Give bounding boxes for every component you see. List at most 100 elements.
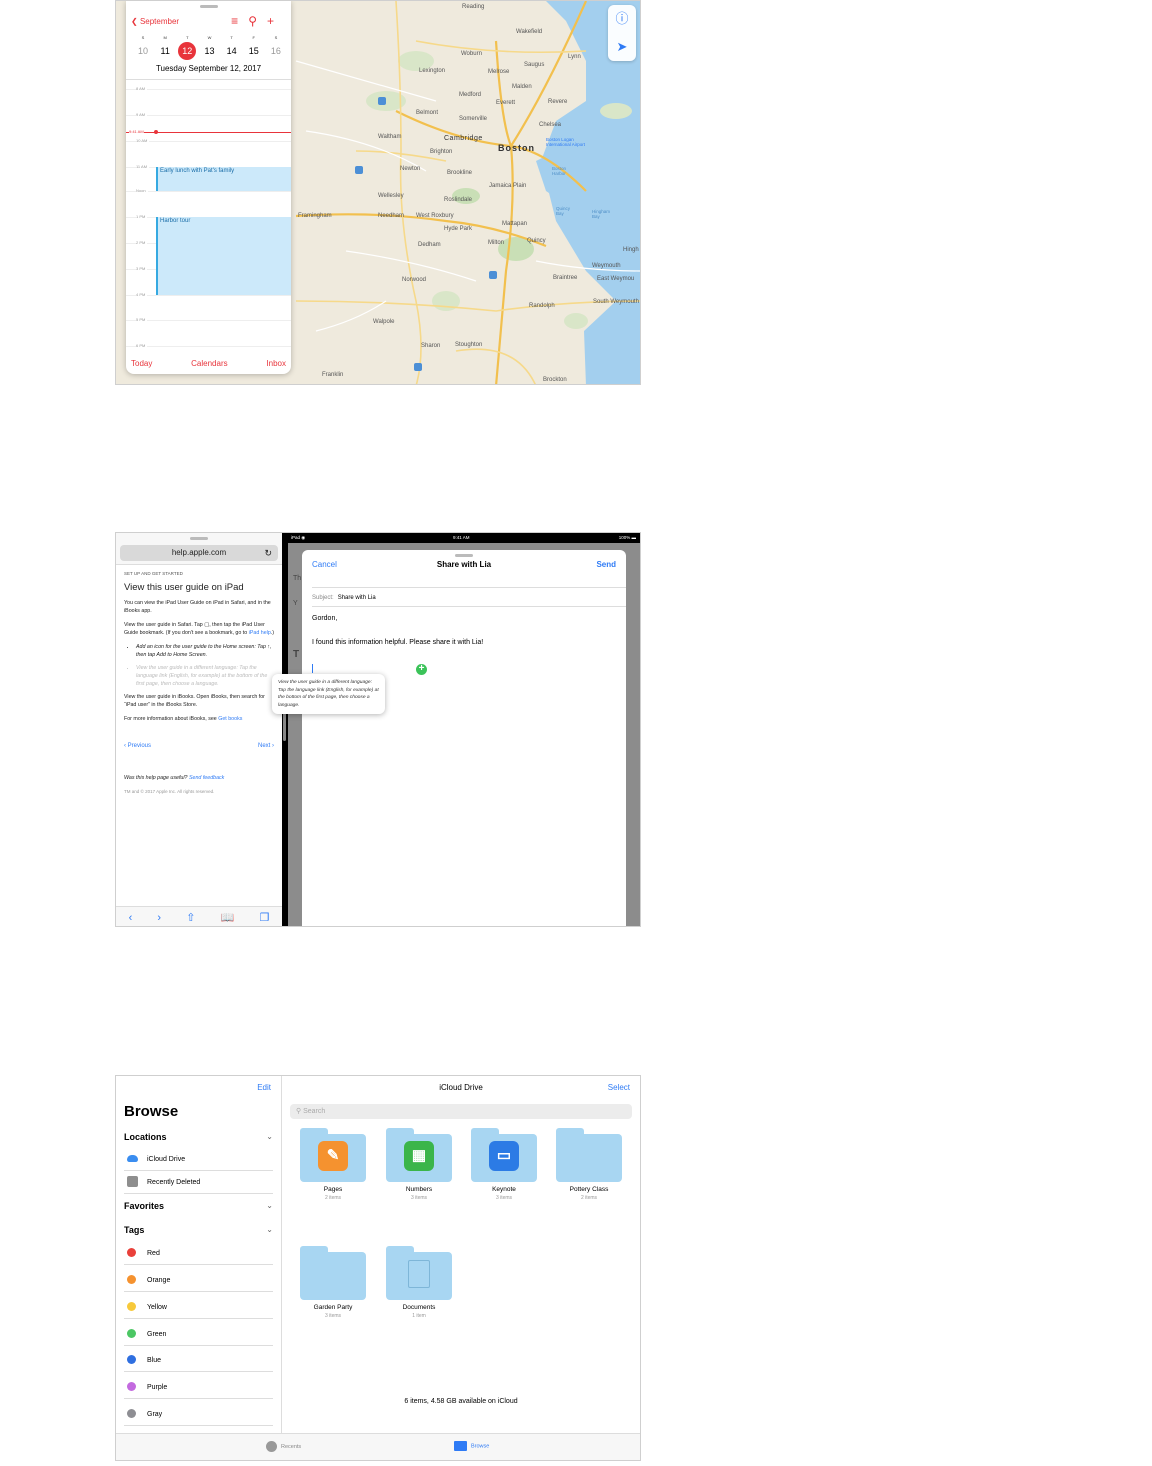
chevron-down-icon: ⌄ (266, 1225, 273, 1234)
day-cell[interactable]: 10 (134, 46, 152, 60)
location-arrow-icon[interactable]: ➤ (608, 33, 636, 61)
reload-icon[interactable]: ↻ (264, 545, 272, 561)
favorites-header[interactable]: Favorites ⌄ (124, 1201, 273, 1211)
get-books-link[interactable]: Get books (218, 716, 242, 722)
drag-preview[interactable]: View the user guide in a different langu… (272, 674, 385, 715)
greeting: Gordon, (312, 615, 338, 622)
day-cell-selected[interactable]: 12 (178, 42, 197, 60)
back-icon[interactable]: ‹ (129, 912, 133, 924)
document-icon (408, 1260, 430, 1288)
sidebar-tag-blue[interactable]: Blue (124, 1349, 273, 1372)
map-label-everett: Everett (496, 100, 516, 106)
map-label-jamaica-plain: Jamaica Plain (489, 183, 527, 189)
ghost-text: T (293, 649, 300, 660)
cancel-button[interactable]: Cancel (312, 560, 337, 569)
tag-dot-icon (127, 1301, 136, 1311)
day-cell[interactable]: 14 (223, 46, 241, 60)
sidebar-tag-purple[interactable]: Purple (124, 1376, 273, 1399)
folder-documents[interactable] (386, 1246, 452, 1300)
weekday-label: T (230, 35, 233, 40)
forward-icon[interactable]: › (157, 912, 161, 924)
map-label-hingham: Hingh (623, 247, 639, 253)
previous-link[interactable]: ‹ Previous (124, 742, 151, 751)
status-bar: iPad ◉ 9:41 AM 100% ▬ (288, 533, 640, 543)
sidebar-tag-gray[interactable]: Gray (124, 1403, 273, 1426)
search-input[interactable]: ⚲ Search (290, 1104, 632, 1119)
ibooks-paragraph: View the user guide in iBooks. Open iBoo… (124, 694, 265, 709)
info-icon[interactable]: ⓘ (608, 5, 636, 33)
folder-name: Garden Party (313, 1304, 353, 1311)
grabber-handle[interactable] (455, 554, 473, 557)
map-label-norwood: Norwood (402, 277, 427, 283)
back-button[interactable]: ❮ September (131, 17, 179, 26)
map-label-quincy-bay: Quincy Bay (556, 206, 571, 216)
sidebar-tag-yellow[interactable]: Yellow (124, 1296, 273, 1319)
numbers-app-icon: ▦ (404, 1141, 434, 1171)
sidebar-item-icloud[interactable]: iCloud Drive (124, 1148, 273, 1171)
today-button[interactable]: Today (131, 359, 152, 368)
share-icon[interactable]: ⇧ (186, 911, 195, 924)
calendars-button[interactable]: Calendars (191, 359, 227, 368)
url-bar[interactable]: help.apple.com ↻ (120, 545, 278, 561)
day-cell[interactable]: 13 (200, 46, 218, 60)
tags-label: Tags (124, 1225, 145, 1235)
tags-header[interactable]: Tags ⌄ (124, 1225, 273, 1235)
add-icon[interactable]: + (267, 14, 284, 28)
files-screenshot: Edit Browse Locations ⌄ iCloud Drive Rece… (115, 1075, 641, 1461)
grabber-handle[interactable] (190, 537, 208, 540)
locations-header[interactable]: Locations ⌄ (124, 1132, 273, 1142)
subject-field[interactable]: Subject: Share with Lia (312, 587, 626, 607)
folder-pottery-class[interactable] (556, 1128, 622, 1182)
ghost-text: Y (293, 600, 298, 607)
folder-pages[interactable]: ✎ (300, 1128, 366, 1182)
safari-pane: help.apple.com ↻ SET UP AND GET STARTED V… (116, 533, 282, 926)
divider-handle[interactable] (283, 713, 286, 741)
day-cell[interactable]: 11 (156, 46, 174, 60)
map-label-logan: Boston Logan International Airport (546, 137, 586, 147)
weekday-label: S (141, 35, 145, 40)
map-label-mattapan: Mattapan (502, 221, 528, 227)
safari-paragraph: View the user guide in Safari. Tap ▢, th… (124, 622, 274, 638)
calendar-header: ❮ September ≡⚲+ (131, 14, 286, 30)
day-timeline[interactable]: 8 AM 9 AM 10 AM 11 AM Noon 1 PM 2 PM 3 P… (126, 79, 291, 364)
folder-numbers[interactable]: ▦ (386, 1128, 452, 1182)
sidebar-item-recently-deleted[interactable]: Recently Deleted (124, 1171, 273, 1194)
list-icon[interactable]: ≡ (231, 14, 248, 28)
clock: 9:41 AM (453, 535, 470, 540)
article-intro: You can view the iPad User Guide on iPad… (124, 600, 271, 614)
day-cell[interactable]: 16 (267, 46, 285, 60)
article-heading: View this user guide on iPad (124, 581, 244, 593)
subject-value: Share with Lia (337, 595, 376, 601)
tab-browse[interactable]: Browse (454, 1441, 489, 1452)
next-link[interactable]: Next › (258, 742, 274, 751)
folder-garden-party[interactable] (300, 1246, 366, 1300)
favorites-label: Favorites (124, 1201, 165, 1211)
copyright: TM and © 2017 Apple Inc. All rights rese… (124, 789, 215, 795)
sidebar-tag-green[interactable]: Green (124, 1323, 273, 1346)
grabber-handle[interactable] (199, 5, 218, 8)
send-button[interactable]: Send (596, 560, 616, 569)
send-feedback-link[interactable]: Send feedback (189, 775, 224, 781)
sidebar-tag-orange[interactable]: Orange (124, 1269, 273, 1292)
map-label-south-weymouth: South Weymouth (593, 299, 639, 305)
tab-recents[interactable]: Recents (266, 1441, 301, 1453)
edit-button[interactable]: Edit (257, 1083, 271, 1092)
event-block[interactable]: Harbor tour (156, 217, 291, 295)
inbox-button[interactable]: Inbox (266, 359, 286, 368)
map-label-brockton: Brockton (543, 377, 567, 383)
day-cell[interactable]: 15 (245, 46, 263, 60)
compose-title: Share with Lia (436, 560, 492, 569)
folder-count: 3 items (410, 1195, 428, 1201)
keynote-app-icon: ▭ (489, 1141, 519, 1171)
select-button[interactable]: Select (608, 1083, 630, 1092)
weekday-label: M (163, 35, 167, 40)
tabs-icon[interactable]: ❐ (260, 911, 270, 924)
message-body[interactable]: Gordon, I found this information helpful… (312, 614, 616, 661)
ipad-help-link[interactable]: iPad help (249, 630, 271, 636)
bookmarks-icon[interactable]: 📖 (221, 911, 235, 924)
event-block[interactable]: Early lunch with Pat's family (156, 167, 291, 191)
folder-keynote[interactable]: ▭ (471, 1128, 537, 1182)
list-item-dragged[interactable]: View the user guide in a different langu… (136, 665, 274, 689)
search-icon[interactable]: ⚲ (248, 14, 267, 28)
sidebar-tag-red[interactable]: Red (124, 1242, 273, 1265)
